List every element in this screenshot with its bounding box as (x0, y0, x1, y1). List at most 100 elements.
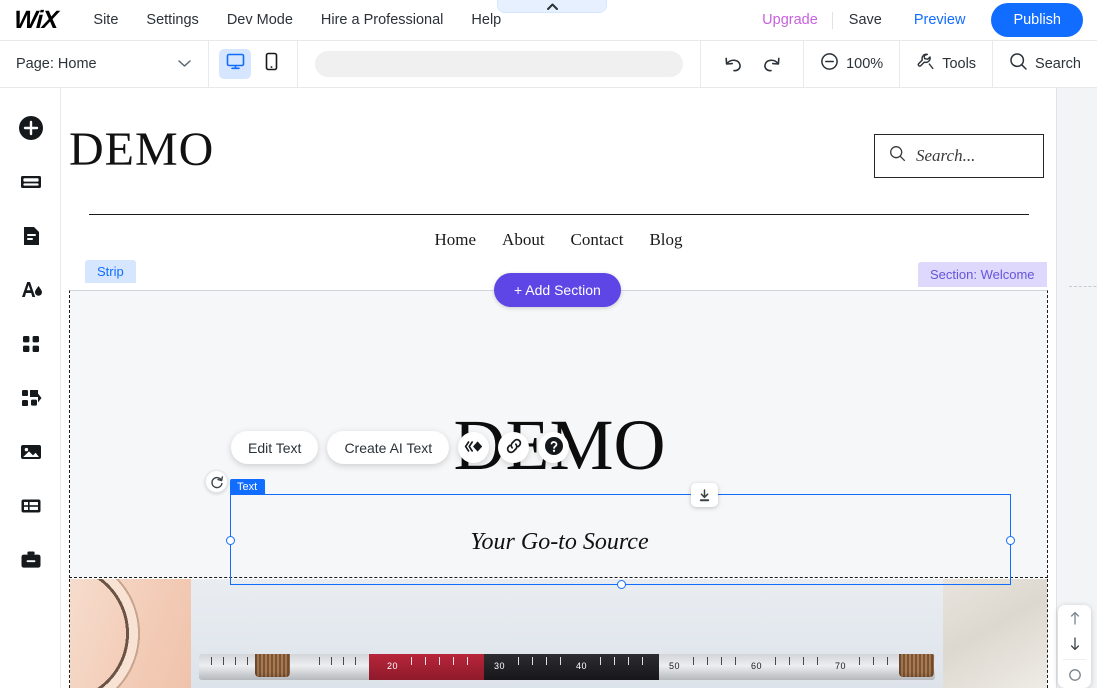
site-nav-contact[interactable]: Contact (571, 230, 624, 250)
briefcase-icon (18, 547, 44, 578)
site-search-placeholder: Search... (916, 146, 975, 166)
redo-button[interactable] (757, 50, 785, 78)
site-search-box[interactable]: Search... (874, 134, 1044, 178)
sidebar-item-theme-manager[interactable] (0, 265, 61, 319)
image-icon (18, 439, 44, 470)
canvas-right-gutter (1056, 88, 1097, 688)
menu-item-settings[interactable]: Settings (132, 6, 212, 34)
selection-type-label[interactable]: Text (230, 479, 265, 495)
editor-canvas: DEMO Search... Home About Contact Blog (61, 88, 1097, 688)
site-logo[interactable]: DEMO (69, 126, 214, 174)
ruler-number: 50 (669, 661, 680, 671)
scroll-down-button[interactable] (1058, 631, 1091, 657)
section-navigation-widget (1058, 605, 1091, 688)
ruler-graphic: 20 30 40 50 (199, 654, 935, 680)
sidebar-item-media[interactable] (0, 427, 61, 481)
chevron-down-icon (177, 55, 192, 73)
selected-element-box[interactable]: Text (230, 494, 1011, 585)
sidebar-item-add-apps[interactable] (0, 373, 61, 427)
site-preview: DEMO Search... Home About Contact Blog (61, 88, 1056, 688)
view-mode-group (209, 41, 298, 88)
ruler-number: 70 (835, 661, 846, 671)
sidebar-item-cms-content[interactable] (0, 481, 61, 535)
wrench-icon (916, 52, 935, 76)
pages-icon (18, 169, 44, 200)
sidebar-item-site-design[interactable] (0, 211, 61, 265)
ruler-knob-left (255, 654, 290, 677)
site-nav: Home About Contact Blog (61, 230, 1056, 250)
site-nav-about[interactable]: About (502, 230, 545, 250)
strip-label[interactable]: Strip (85, 260, 136, 283)
site-header: DEMO Search... Home About Contact Blog (61, 88, 1056, 293)
desktop-view-button[interactable] (219, 49, 251, 79)
sidebar-item-business-tools[interactable] (0, 535, 61, 589)
top-menu: Site Settings Dev Mode Hire a Profession… (79, 6, 515, 34)
toolbar-search-area (298, 41, 701, 88)
text-edit-toolbar: Edit Text Create AI Text (231, 431, 569, 464)
photo-left (70, 579, 191, 688)
link-button[interactable] (498, 432, 529, 463)
search-icon (1009, 52, 1028, 76)
table-icon (18, 493, 44, 524)
menu-item-dev-mode[interactable]: Dev Mode (213, 6, 307, 34)
paint-drop-icon (17, 277, 45, 308)
save-button[interactable]: Save (833, 6, 898, 34)
hero-image-strip[interactable]: 20 30 40 50 (69, 579, 1048, 688)
site-nav-home[interactable]: Home (435, 230, 477, 250)
publish-button[interactable]: Publish (991, 3, 1083, 37)
tools-button[interactable]: Tools (900, 41, 993, 88)
ruler-knob-right (899, 654, 934, 677)
scroll-up-button[interactable] (1058, 605, 1091, 631)
site-nav-blog[interactable]: Blog (649, 230, 682, 250)
history-group (701, 41, 804, 88)
plus-circle-icon (18, 115, 44, 146)
undo-button[interactable] (719, 50, 747, 78)
sidebar-item-pages[interactable] (0, 157, 61, 211)
editor-toolbar: Page: Home (0, 41, 1097, 88)
sidebar-item-apps[interactable] (0, 319, 61, 373)
page-selector-label: Page: Home (16, 56, 97, 72)
help-button[interactable] (538, 432, 569, 463)
chevron-up-icon (546, 2, 559, 11)
divider (1063, 659, 1086, 660)
resize-handle-right[interactable] (1006, 536, 1015, 545)
wix-logo[interactable]: WiX (13, 6, 58, 35)
puzzle-icon (18, 385, 44, 416)
search-icon (889, 145, 906, 167)
sidebar-item-add-elements[interactable] (0, 103, 61, 157)
ruler-number: 40 (576, 661, 587, 671)
help-icon (544, 436, 564, 459)
animation-button[interactable] (458, 432, 489, 463)
dock-to-bottom-handle[interactable] (691, 483, 718, 507)
zoom-control[interactable]: 100% (804, 41, 900, 88)
preview-button[interactable]: Preview (898, 6, 982, 34)
resize-handle-left[interactable] (226, 536, 235, 545)
document-icon (18, 223, 44, 254)
page-selector[interactable]: Page: Home (0, 41, 209, 88)
upgrade-link[interactable]: Upgrade (748, 6, 832, 34)
collapsed-panel-tab[interactable] (497, 0, 607, 13)
zoom-out-icon (820, 52, 839, 76)
ruler-number: 20 (387, 661, 398, 671)
photo-right (943, 579, 1048, 688)
zoom-level-label: 100% (846, 56, 883, 72)
menu-item-hire-a-professional[interactable]: Hire a Professional (307, 6, 458, 34)
edit-text-button[interactable]: Edit Text (231, 431, 318, 464)
editor-search-label: Search (1035, 56, 1081, 72)
toolbar-search-input[interactable] (315, 51, 683, 77)
tools-label: Tools (942, 56, 976, 72)
section-boundary-line (1069, 286, 1097, 287)
top-bar-actions: Upgrade Save Preview Publish (748, 3, 1097, 37)
mobile-view-button[interactable] (255, 49, 287, 79)
add-section-button[interactable]: + Add Section (494, 273, 621, 307)
widget-extra-button[interactable] (1058, 662, 1091, 688)
create-ai-text-button[interactable]: Create AI Text (327, 431, 449, 464)
menu-item-site[interactable]: Site (79, 6, 132, 34)
resize-handle-bottom[interactable] (617, 580, 626, 589)
section-label[interactable]: Section: Welcome (918, 262, 1047, 287)
editor-search-button[interactable]: Search (993, 41, 1097, 88)
header-divider (89, 214, 1029, 215)
monitor-icon (226, 53, 245, 75)
photo-center: 20 30 40 50 (191, 579, 943, 688)
rotate-handle[interactable] (205, 470, 228, 493)
